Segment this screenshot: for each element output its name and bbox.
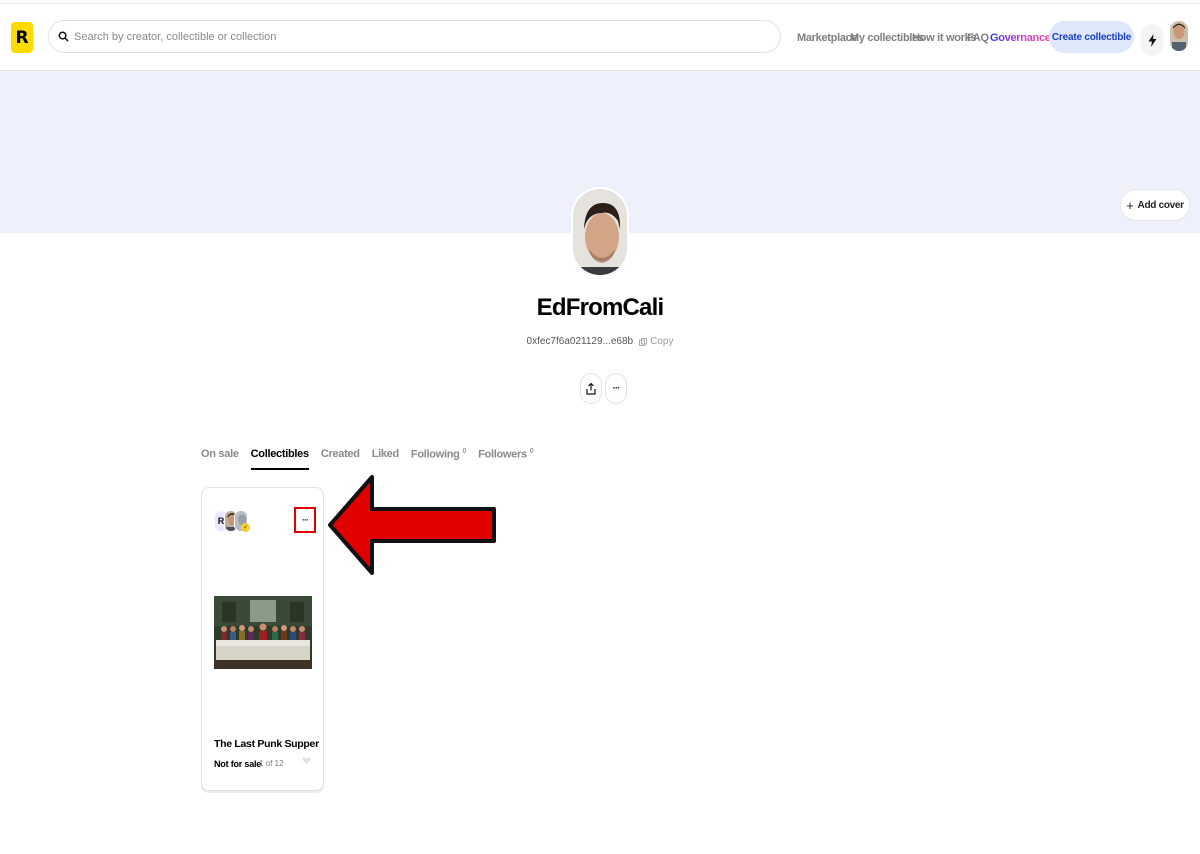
nav-governance[interactable]: Governance: [990, 32, 1051, 44]
red-arrow-annotation: [328, 475, 496, 575]
profile-name: EdFromCali: [536, 294, 664, 321]
tab-label: Collectibles: [250, 448, 309, 460]
profile-avatar: [571, 187, 629, 277]
plus-icon: +: [1126, 197, 1134, 213]
lightning-icon: [1148, 33, 1156, 47]
nav-faq[interactable]: FAQ: [967, 32, 989, 44]
user-avatar[interactable]: [1170, 21, 1188, 51]
share-icon: [586, 382, 596, 395]
top-header: R Marketplace My collectibles How it wor…: [0, 4, 1200, 71]
add-cover-button[interactable]: + Add cover: [1120, 189, 1190, 221]
tab-liked[interactable]: Liked: [371, 448, 400, 470]
verified-check-icon: ✓: [241, 523, 250, 532]
search-icon: [58, 31, 69, 42]
tab-label: Liked: [371, 448, 400, 460]
collectible-title[interactable]: The Last Punk Supper: [214, 738, 319, 750]
wallet-address: 0xfec7f6a021129...e68b: [526, 336, 634, 347]
tab-on-sale[interactable]: On sale: [201, 448, 239, 470]
profile-tabs: On sale Collectibles Created Liked Follo…: [201, 448, 545, 470]
share-button[interactable]: [580, 373, 602, 404]
wallet-address-row: 0xfec7f6a021129...e68b Copy: [0, 336, 1200, 347]
copy-icon: [639, 337, 648, 346]
tab-count: 0: [529, 448, 534, 455]
nav-marketplace[interactable]: Marketplace: [797, 32, 858, 44]
edition-count: 1 of 12: [259, 759, 284, 768]
search-input[interactable]: [74, 30, 674, 43]
tab-label: Followers: [478, 448, 527, 461]
tab-count: 0: [462, 448, 467, 455]
copy-address-button[interactable]: Copy: [639, 336, 673, 347]
logo-letter: R: [15, 27, 29, 48]
tab-label: Following: [410, 448, 460, 461]
search-bar[interactable]: [48, 20, 781, 53]
collectible-image[interactable]: [214, 596, 312, 669]
last-supper-artwork: [214, 596, 312, 669]
tab-followers[interactable]: Followers 0: [478, 448, 534, 470]
rarible-logo[interactable]: R: [11, 22, 33, 53]
collectible-card[interactable]: R ✓ ··· The Last Punk Supper Not for sal…: [201, 487, 324, 791]
user-photo: [1170, 21, 1188, 51]
copy-label: Copy: [650, 336, 674, 347]
add-cover-label: Add cover: [1137, 199, 1185, 211]
sale-status: Not for sale: [214, 759, 262, 769]
tab-created[interactable]: Created: [321, 448, 360, 470]
more-icon: ···: [612, 383, 621, 394]
more-icon: ···: [302, 515, 309, 525]
card-more-options-button[interactable]: ···: [294, 507, 316, 533]
tab-label: Created: [320, 448, 360, 460]
profile-photo: [573, 189, 627, 275]
card-owner-avatars: R ✓: [214, 510, 258, 532]
tab-collectibles[interactable]: Collectibles: [250, 448, 309, 470]
tab-following[interactable]: Following 0: [411, 448, 466, 470]
profile-more-button[interactable]: ···: [605, 373, 627, 404]
activity-button[interactable]: [1141, 24, 1163, 56]
create-collectible-button[interactable]: Create collectible: [1049, 21, 1134, 53]
heart-icon[interactable]: [302, 756, 311, 765]
tab-label: On sale: [201, 448, 239, 460]
